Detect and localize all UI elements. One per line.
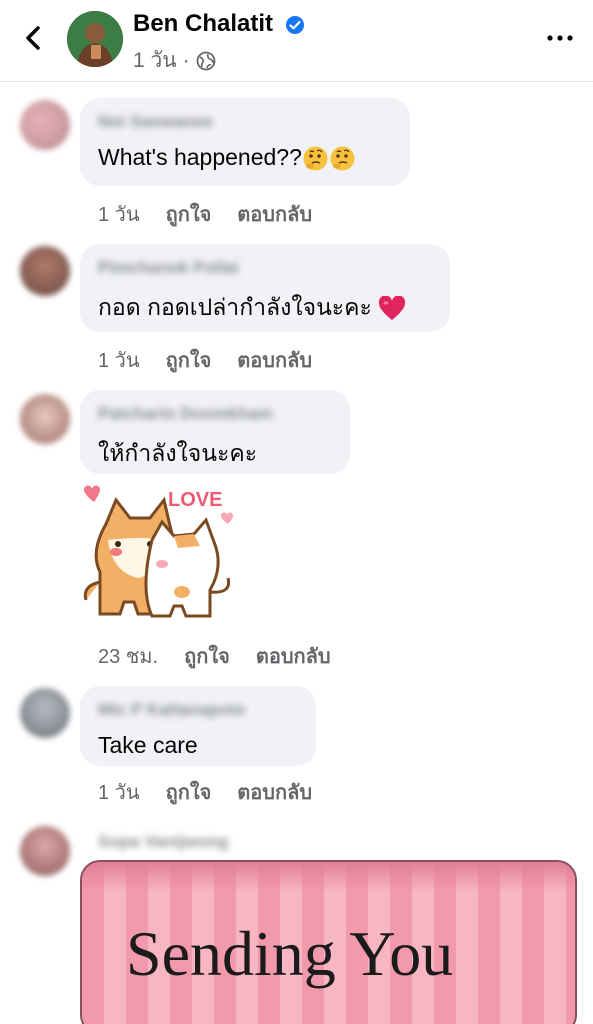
sticker-label: LOVE bbox=[168, 489, 222, 511]
commenter-avatar[interactable] bbox=[20, 246, 70, 296]
comment-text: Take care bbox=[98, 732, 198, 758]
reply-button[interactable]: ตอบกลับ bbox=[237, 344, 312, 376]
comment-actions: 1 วัน ถูกใจ ตอบกลับ bbox=[98, 776, 312, 808]
comment-text-content: What's happened?? bbox=[98, 144, 302, 170]
post-time[interactable]: 1 วัน bbox=[133, 44, 177, 77]
post-header: Ben Chalatit 1 วัน · bbox=[0, 0, 593, 82]
thinking-face-icon bbox=[330, 146, 355, 171]
red-heart-icon bbox=[379, 295, 406, 320]
reply-button[interactable]: ตอบกลับ bbox=[237, 198, 312, 230]
commenter-name[interactable]: Noi Saowanee bbox=[98, 112, 392, 138]
verified-badge-icon bbox=[286, 16, 304, 34]
comment-bubble[interactable]: Mic P Kattanapote Take care bbox=[80, 686, 316, 766]
like-button[interactable]: ถูกใจ bbox=[166, 198, 212, 230]
back-icon[interactable] bbox=[18, 22, 48, 54]
comment-bubble[interactable]: Noi Saowanee What's happened?? bbox=[80, 98, 410, 186]
comment-actions: 23 ชม. ถูกใจ ตอบกลับ bbox=[98, 640, 331, 672]
commenter-name[interactable]: Mic P Kattanapote bbox=[98, 700, 298, 726]
comment-bubble[interactable]: Patcharin Doomkham ให้กำลังใจนะคะ bbox=[80, 390, 350, 474]
commenter-name[interactable]: Sopa Vanijwong bbox=[98, 832, 228, 852]
reply-button[interactable]: ตอบกลับ bbox=[237, 776, 312, 808]
image-caption: Sending You bbox=[126, 918, 454, 989]
commenter-name[interactable]: Pimchanok Pollai bbox=[98, 258, 432, 284]
comment-actions: 1 วัน ถูกใจ ตอบกลับ bbox=[98, 198, 312, 230]
post-meta: 1 วัน · bbox=[133, 44, 216, 77]
more-options-icon[interactable] bbox=[546, 28, 574, 48]
thinking-face-icon bbox=[303, 146, 328, 171]
comment-time[interactable]: 1 วัน bbox=[98, 198, 140, 230]
commenter-name[interactable]: Patcharin Doomkham bbox=[98, 404, 332, 430]
cat-hug-sticker[interactable]: LOVE bbox=[78, 482, 238, 627]
like-button[interactable]: ถูกใจ bbox=[166, 344, 212, 376]
author-name[interactable]: Ben Chalatit bbox=[133, 10, 273, 38]
commenter-avatar[interactable] bbox=[20, 394, 70, 444]
comment-time[interactable]: 23 ชม. bbox=[98, 640, 158, 672]
comment-text: ให้กำลังใจนะคะ bbox=[98, 440, 258, 466]
reply-button[interactable]: ตอบกลับ bbox=[256, 640, 331, 672]
comment-time[interactable]: 1 วัน bbox=[98, 344, 140, 376]
comment-time[interactable]: 1 วัน bbox=[98, 776, 140, 808]
comment-text: What's happened?? bbox=[98, 144, 392, 172]
comment-image[interactable]: Sending You bbox=[80, 860, 577, 1024]
author-avatar[interactable] bbox=[67, 11, 123, 67]
commenter-avatar[interactable] bbox=[20, 688, 70, 738]
globe-icon bbox=[196, 51, 216, 70]
like-button[interactable]: ถูกใจ bbox=[166, 776, 212, 808]
comment-text: กอด กอดเปล่ากำลังใจนะคะ bbox=[98, 290, 432, 326]
comment-bubble[interactable]: Pimchanok Pollai กอด กอดเปล่ากำลังใจนะคะ bbox=[80, 244, 450, 332]
comment-actions: 1 วัน ถูกใจ ตอบกลับ bbox=[98, 344, 312, 376]
image-top-shade bbox=[82, 862, 575, 892]
comment-text-content: กอด กอดเปล่ากำลังใจนะคะ bbox=[98, 294, 372, 320]
like-button[interactable]: ถูกใจ bbox=[184, 640, 230, 672]
meta-separator: · bbox=[182, 48, 190, 72]
commenter-avatar[interactable] bbox=[20, 100, 70, 150]
commenter-avatar[interactable] bbox=[20, 826, 70, 876]
